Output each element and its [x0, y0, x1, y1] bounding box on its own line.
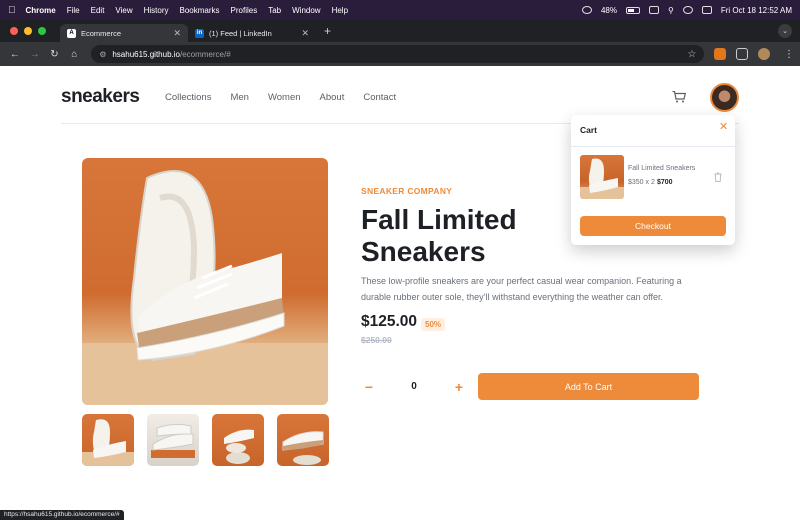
product-title: Fall Limited Sneakers [361, 204, 517, 267]
nav-about[interactable]: About [320, 92, 345, 103]
site-info-icon[interactable]: ⚙ [99, 50, 106, 59]
search-icon[interactable]: ⚲ [668, 6, 674, 15]
close-icon[interactable]: ✕ [719, 120, 728, 133]
url-path: /ecommerce/# [179, 49, 231, 59]
web-page: sneakers Collections Men Women About Con… [0, 66, 800, 520]
close-window-button[interactable] [10, 27, 18, 35]
apple-icon[interactable]:  [8, 5, 16, 16]
more-menu-icon[interactable]: ⋮ [784, 49, 794, 60]
tab-ecommerce[interactable]: A Ecommerce ✕ [60, 24, 188, 42]
cart-divider [571, 146, 735, 147]
reload-icon[interactable]: ↻ [46, 49, 64, 60]
cart-item-thumbnail [580, 155, 624, 199]
profile-avatar[interactable] [758, 48, 770, 60]
thumbnail-image [282, 431, 324, 465]
menu-help[interactable]: Help [332, 6, 348, 15]
thumbnail-image [82, 419, 134, 466]
nav-collections[interactable]: Collections [165, 92, 211, 103]
thumbnail-image [580, 158, 624, 199]
tab-linkedin[interactable]: in (1) Feed | LinkedIn ✕ [188, 24, 316, 42]
forward-arrow-icon[interactable]: → [26, 49, 44, 60]
browser-toolbar: ← → ↻ ⌂ ⚙ hsahu615.github.io/ecommerce/#… [0, 42, 800, 66]
thumbnail-image [224, 429, 254, 464]
menu-view[interactable]: View [115, 6, 132, 15]
nav-men[interactable]: Men [230, 92, 248, 103]
tab-title: (1) Feed | LinkedIn [209, 28, 272, 38]
battery-percent: 48% [600, 5, 617, 15]
thumbnail-1[interactable] [82, 414, 134, 466]
main-nav: Collections Men Women About Contact [165, 92, 415, 103]
minimize-window-button[interactable] [24, 27, 32, 35]
sneaker-image [82, 170, 328, 405]
extensions-puzzle-icon[interactable] [736, 48, 749, 60]
menu-file[interactable]: File [67, 6, 80, 15]
current-price: $125.00 [361, 313, 418, 330]
control-center-icon[interactable] [701, 6, 712, 14]
plus-icon[interactable]: + [451, 379, 467, 395]
menu-profiles[interactable]: Profiles [231, 6, 258, 15]
menu-edit[interactable]: Edit [91, 6, 105, 15]
add-to-cart-button[interactable]: Add To Cart [478, 373, 699, 400]
product-description: These low-profile sneakers are your perf… [361, 276, 682, 302]
cart-item-name: Fall Limited Sneakers [628, 165, 696, 172]
close-icon[interactable]: ✕ [173, 28, 181, 39]
macos-menu-bar:  Chrome File Edit View History Bookmark… [0, 0, 800, 20]
link-status-bar: https://hsahu615.github.io/ecommerce/# [0, 510, 124, 520]
cart-item-price: $350 x 2 [628, 179, 655, 186]
back-arrow-icon[interactable]: ← [6, 49, 24, 60]
tab-title: Ecommerce [81, 28, 122, 38]
menu-window[interactable]: Window [292, 6, 320, 15]
cart-popup: Cart ✕ Fall Limited Sneakers $350 x 2 $7… [571, 115, 735, 245]
bookmark-star-icon[interactable]: ☆ [687, 49, 696, 60]
cart-item-total: $700 [657, 179, 673, 186]
company-name: SNEAKER COMPANY [361, 186, 453, 196]
menu-app-name[interactable]: Chrome [26, 6, 56, 15]
product-main-image[interactable] [82, 158, 328, 405]
screen-mirror-icon[interactable] [649, 6, 659, 14]
new-tab-button[interactable]: + [324, 24, 331, 38]
tab-strip: A Ecommerce ✕ in (1) Feed | LinkedIn ✕ +… [0, 20, 800, 42]
user-avatar[interactable] [710, 83, 739, 112]
thumbnail-2[interactable] [147, 414, 199, 466]
close-icon[interactable]: ✕ [301, 28, 309, 39]
menu-tab[interactable]: Tab [268, 6, 281, 15]
thumbnail-4[interactable] [277, 414, 329, 466]
home-icon[interactable]: ⌂ [65, 49, 83, 60]
zoom-window-button[interactable] [38, 27, 46, 35]
tab-search-icon[interactable]: ⌄ [778, 24, 792, 38]
url-host: hsahu615.github.io [112, 49, 180, 59]
address-bar[interactable]: ⚙ hsahu615.github.io/ecommerce/# ☆ [91, 45, 705, 63]
thumbnail-3[interactable] [212, 414, 264, 466]
window-controls [10, 27, 46, 35]
clock[interactable]: Fri Oct 18 12:52 AM [721, 6, 792, 15]
quantity-value: 0 [411, 381, 417, 392]
tab-favicon: A [67, 28, 76, 38]
cart-icon[interactable] [672, 91, 686, 103]
checkout-button[interactable]: Checkout [580, 216, 726, 236]
thumbnail-row [82, 414, 329, 466]
menu-history[interactable]: History [144, 6, 169, 15]
thumbnail-image [151, 423, 195, 458]
quantity-stepper: − 0 + [361, 373, 467, 400]
vpn-icon[interactable] [581, 6, 592, 14]
nav-women[interactable]: Women [268, 92, 301, 103]
site-logo[interactable]: sneakers [61, 86, 140, 108]
original-price: $250.00 [361, 335, 392, 345]
discount-badge: 50% [421, 318, 446, 331]
cart-title: Cart [580, 125, 598, 135]
user-switch-icon[interactable] [682, 6, 693, 14]
linkedin-icon: in [195, 28, 204, 38]
menu-bookmarks[interactable]: Bookmarks [180, 6, 220, 15]
minus-icon[interactable]: − [361, 379, 377, 395]
metamask-extension-icon[interactable] [714, 48, 727, 60]
nav-contact[interactable]: Contact [363, 92, 396, 103]
battery-icon[interactable] [626, 6, 640, 14]
trash-icon[interactable] [714, 172, 722, 182]
